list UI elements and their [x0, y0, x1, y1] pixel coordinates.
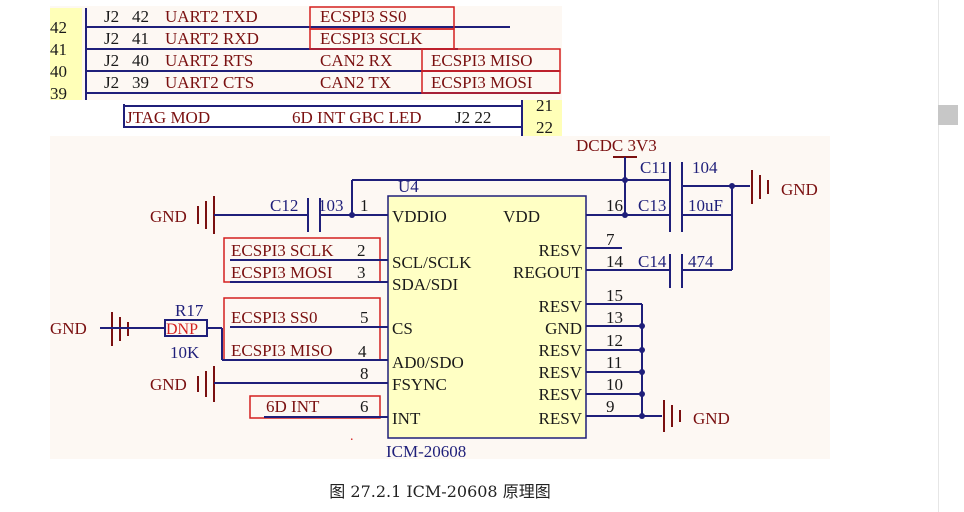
c14-value: 474	[688, 252, 714, 271]
pin-name-int: INT	[392, 409, 421, 428]
pin-name-vdd: VDD	[503, 207, 540, 226]
pin-name-resv: RESV	[539, 409, 583, 428]
c12-value: 103	[318, 196, 344, 215]
pin-name-gnd: GND	[545, 319, 582, 338]
junction-dot	[639, 323, 645, 329]
connector-pin-number: 39	[50, 84, 67, 103]
connector-pin-number: 42	[50, 18, 67, 37]
c11-value: 104	[692, 158, 718, 177]
uart-signal-label: UART2 RTS	[165, 51, 253, 70]
vertical-scrollbar[interactable]	[938, 0, 964, 512]
pin-number: 9	[606, 397, 615, 416]
ss0-net-label: ECSPI3 SS0	[231, 308, 317, 327]
sclk-net-label: ECSPI3 SCLK	[231, 241, 334, 260]
miso-net-label: ECSPI3 MISO	[231, 341, 333, 360]
pin-name-resv: RESV	[539, 297, 583, 316]
alt-function-label: ECSPI3 SCLK	[320, 29, 423, 48]
uart-signal-label: UART2 CTS	[165, 73, 254, 92]
pin-number: 13	[606, 308, 623, 327]
gnd-label: GND	[693, 409, 730, 428]
chip-part-number: ICM-20608	[386, 442, 466, 461]
scrollbar-thumb[interactable]	[938, 105, 958, 125]
pin-name-resv: RESV	[539, 385, 583, 404]
stray-mark: .	[350, 429, 354, 444]
c13-ref: C13	[638, 196, 666, 215]
connector-pin: 41	[132, 29, 149, 48]
pin-name-resv: RESV	[539, 341, 583, 360]
int-net-label: 6D INT	[266, 397, 320, 416]
uart-signal-label: UART2 TXD	[165, 7, 258, 26]
pin-number: 7	[606, 230, 615, 249]
pin-name-regout: REGOUT	[513, 263, 583, 282]
gnd-label: GND	[50, 319, 87, 338]
junction-dot	[639, 347, 645, 353]
jtag-pin-number: 21	[536, 96, 553, 115]
pin-number: 8	[360, 364, 369, 383]
pin-number: 16	[606, 196, 623, 215]
gnd-label: GND	[150, 207, 187, 226]
c13-value: 10uF	[688, 196, 723, 215]
c11-ref: C11	[640, 158, 668, 177]
gnd-label: GND	[781, 180, 818, 199]
pin-name-fsync: FSYNC	[392, 375, 447, 394]
alt-function-label-2: ECSPI3 MOSI	[431, 73, 533, 92]
jtag-ref: J2 22	[455, 108, 491, 127]
pin-name-scl: SCL/SCLK	[392, 253, 472, 272]
pin-number: 3	[357, 263, 366, 282]
connector-pin: 40	[132, 51, 149, 70]
r17-dnp: DNP	[166, 321, 198, 338]
alt-function-label: CAN2 TX	[320, 73, 391, 92]
figure-caption: 图 27.2.1 ICM-20608 原理图	[329, 482, 551, 501]
alt-function-label: ECSPI3 SS0	[320, 7, 406, 26]
jtag-pin-number: 22	[536, 118, 553, 137]
pin-number: 14	[606, 252, 624, 271]
pin-name-resv: RESV	[539, 241, 583, 260]
mosi-net-label: ECSPI3 MOSI	[231, 263, 333, 282]
r17-value: 10K	[170, 343, 200, 362]
pin-number: 10	[606, 375, 623, 394]
uart-signal-label: UART2 RXD	[165, 29, 259, 48]
r17-ref: R17	[175, 301, 204, 320]
junction-dot	[639, 369, 645, 375]
dcdc-supply-label: DCDC 3V3	[576, 136, 657, 155]
schematic-canvas: 42 41 40 39 J2 42 UART2 TXD ECSPI3 SS0 J…	[50, 6, 830, 461]
pin-name-sda: SDA/SDI	[392, 275, 458, 294]
alt-function-label: CAN2 RX	[320, 51, 392, 70]
pin-name-resv: RESV	[539, 363, 583, 382]
connector-ref: J2	[104, 29, 119, 48]
alt-function-label-2: ECSPI3 MISO	[431, 51, 533, 70]
pin-number: 12	[606, 331, 623, 350]
junction-dot	[639, 391, 645, 397]
connector-pin: 39	[132, 73, 149, 92]
c12-ref: C12	[270, 196, 298, 215]
pin-number: 2	[357, 241, 366, 260]
pin-number: 5	[360, 308, 369, 327]
pin-name-ad0: AD0/SDO	[392, 353, 464, 372]
pin-name-vddio: VDDIO	[392, 207, 447, 226]
pin-number: 15	[606, 286, 623, 305]
pin-number: 1	[360, 196, 369, 215]
pin-name-cs: CS	[392, 319, 413, 338]
connector-ref: J2	[104, 51, 119, 70]
jtag-mod-label: JTAG MOD	[126, 108, 210, 127]
connector-pin: 42	[132, 7, 149, 26]
c14-ref: C14	[638, 252, 667, 271]
connector-pin-number: 40	[50, 62, 67, 81]
gbc-led-label: 6D INT GBC LED	[292, 108, 422, 127]
pin-number: 6	[360, 397, 369, 416]
connector-ref: J2	[104, 73, 119, 92]
connector-pin-number: 41	[50, 40, 67, 59]
pin-number: 4	[358, 342, 367, 361]
junction-dot	[639, 413, 645, 419]
pin-number: 11	[606, 353, 622, 372]
connector-ref: J2	[104, 7, 119, 26]
gnd-label: GND	[150, 375, 187, 394]
